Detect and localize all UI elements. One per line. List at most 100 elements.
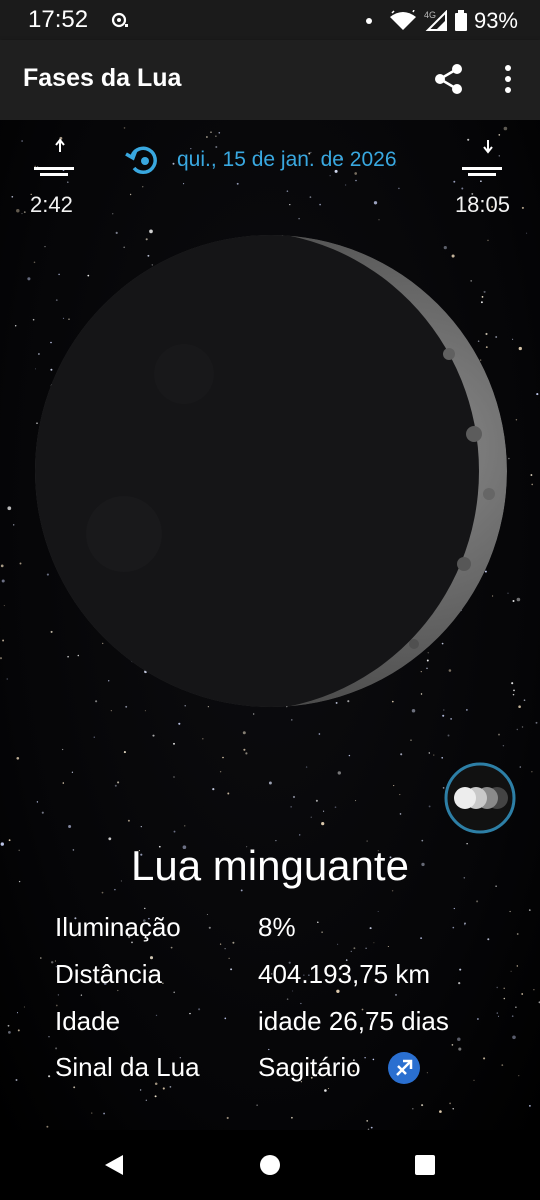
star: [526, 232, 528, 234]
star: [443, 709, 445, 711]
star: [1, 579, 5, 583]
star: [366, 1120, 369, 1122]
star: [512, 693, 515, 696]
star: [391, 890, 394, 892]
moon-sign-label: Sinal da Lua: [55, 1052, 200, 1082]
star: [8, 1031, 11, 1034]
star: [183, 183, 185, 185]
today-refresh-icon[interactable]: [124, 142, 162, 178]
star: [170, 946, 173, 949]
status-bar: 17:52 4G 93%: [0, 0, 540, 40]
star: [399, 794, 401, 796]
star: [321, 822, 325, 826]
star: [173, 991, 175, 994]
star: [21, 213, 23, 215]
star: [531, 483, 533, 486]
star: [129, 193, 132, 196]
star: [173, 776, 175, 778]
star: [142, 186, 144, 188]
date-selector[interactable]: qui., 15 de jan. de 2026: [177, 148, 397, 172]
star: [310, 816, 312, 818]
star: [393, 785, 395, 787]
star: [334, 806, 337, 809]
star: [189, 1012, 191, 1015]
moonrise-icon[interactable]: [30, 138, 76, 178]
moon-phases-button[interactable]: [443, 761, 517, 835]
star: [198, 1008, 201, 1011]
star: [41, 811, 44, 814]
star: [172, 162, 175, 165]
star: [476, 1018, 479, 1020]
star: [373, 201, 378, 205]
star: [0, 657, 3, 660]
star: [50, 961, 54, 964]
star: [452, 926, 455, 929]
star: [232, 941, 235, 944]
star: [516, 728, 519, 731]
star: [253, 713, 255, 715]
star: [206, 913, 208, 916]
star: [2, 639, 5, 642]
star: [13, 524, 15, 526]
star: [208, 926, 211, 929]
star: [162, 982, 164, 984]
star: [93, 736, 96, 738]
more-vert-icon[interactable]: [496, 62, 520, 96]
star: [3, 605, 5, 607]
star: [19, 562, 22, 565]
star: [511, 682, 514, 685]
star: [212, 788, 215, 791]
status-indicators: 4G 93%: [365, 8, 518, 34]
star: [400, 753, 403, 756]
star: [317, 921, 319, 924]
star: [515, 419, 518, 421]
star: [173, 830, 176, 833]
star: [291, 1116, 293, 1119]
star: [521, 206, 524, 209]
star: [512, 338, 514, 340]
star: [439, 1110, 442, 1113]
star: [117, 989, 119, 992]
star: [6, 678, 8, 680]
battery-percentage: 93%: [473, 8, 518, 33]
star: [256, 1104, 258, 1106]
star: [530, 474, 533, 476]
star: [510, 970, 512, 972]
star: [480, 180, 482, 183]
back-icon[interactable]: [103, 1153, 125, 1177]
age-label: Idade: [55, 1006, 121, 1036]
star: [227, 792, 230, 795]
star: [529, 1105, 531, 1107]
star: [426, 1072, 428, 1074]
star: [21, 140, 23, 142]
star: [459, 968, 462, 971]
star: [518, 346, 522, 351]
star: [450, 718, 452, 720]
star: [298, 834, 301, 836]
star: [155, 1014, 158, 1017]
star: [337, 771, 341, 775]
home-icon[interactable]: [259, 1154, 281, 1176]
star: [453, 180, 456, 183]
star: [291, 719, 293, 721]
star: [39, 957, 42, 959]
star: [319, 203, 321, 206]
star: [178, 722, 181, 725]
star: [458, 1047, 462, 1051]
moonset-icon[interactable]: [458, 138, 504, 178]
star: [421, 1104, 424, 1107]
recents-icon[interactable]: [414, 1154, 436, 1176]
star: [516, 965, 518, 967]
star: [350, 950, 352, 953]
star: [11, 195, 14, 198]
star: [412, 1108, 414, 1110]
star: [327, 1088, 329, 1089]
share-icon[interactable]: [432, 62, 466, 96]
star: [515, 1006, 517, 1009]
star: [516, 933, 519, 935]
star: [286, 998, 289, 1000]
star: [228, 957, 230, 960]
star: [453, 907, 455, 910]
star: [387, 946, 389, 947]
star: [292, 795, 296, 799]
